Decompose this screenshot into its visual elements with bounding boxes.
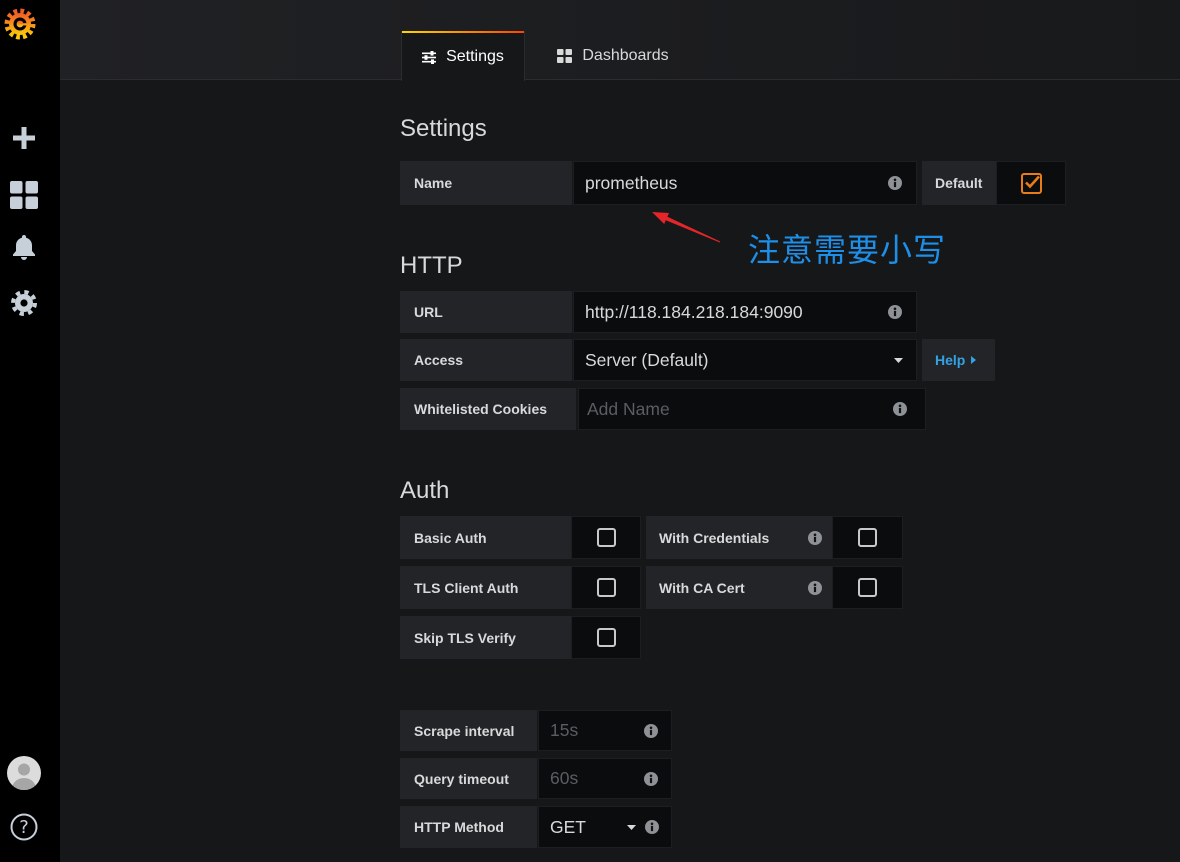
whitelisted-cookies-label: Whitelisted Cookies (400, 388, 576, 430)
http-method-value: GET (550, 816, 586, 837)
info-icon[interactable] (893, 402, 907, 416)
info-icon[interactable] (808, 580, 822, 595)
default-label: Default (922, 161, 996, 205)
http-method-select[interactable]: GET (538, 806, 672, 848)
basic-auth-checkbox[interactable] (596, 528, 616, 547)
access-value: Server (Default) (585, 349, 709, 370)
tab-label: Settings (446, 48, 504, 65)
with-credentials-label: With Credentials (646, 516, 832, 559)
caret-right-icon (971, 356, 977, 364)
tls-client-auth-label: TLS Client Auth (400, 566, 571, 609)
scrape-interval-input[interactable] (550, 711, 620, 750)
bell-icon[interactable] (12, 235, 36, 261)
info-icon[interactable] (644, 771, 658, 786)
annotation-text: 注意需要小写 (748, 231, 947, 269)
access-label: Access (400, 339, 572, 381)
info-icon[interactable] (808, 530, 822, 545)
with-ca-cert-checkbox[interactable] (858, 578, 877, 597)
settings-heading: Settings (400, 115, 487, 142)
with-ca-cert-checkbox-cell (832, 566, 903, 609)
avatar[interactable] (7, 756, 41, 790)
query-timeout-label: Query timeout (400, 758, 537, 799)
plus-icon[interactable] (13, 127, 35, 149)
with-credentials-checkbox-cell (832, 516, 903, 559)
info-icon[interactable] (888, 305, 902, 319)
help-label: Help (935, 352, 966, 368)
whitelisted-cookies-field[interactable] (578, 388, 926, 430)
tab-dashboards[interactable]: Dashboards (540, 31, 686, 80)
side-menu: ? (0, 0, 60, 862)
page-header: Settings Dashboards (60, 0, 1180, 81)
chevron-down-icon (627, 825, 636, 830)
info-icon[interactable] (888, 176, 902, 190)
tab-settings[interactable]: Settings (401, 31, 525, 81)
with-ca-cert-text: With CA Cert (659, 579, 745, 596)
gear-icon[interactable] (11, 290, 37, 316)
skip-tls-verify-checkbox[interactable] (596, 628, 616, 647)
url-field[interactable] (573, 291, 917, 333)
help-glyph: ? (19, 816, 29, 838)
url-label: URL (400, 291, 572, 333)
scrape-interval-field[interactable] (538, 710, 672, 751)
skip-tls-verify-checkbox-cell (571, 616, 641, 659)
help-icon[interactable]: ? (10, 813, 38, 841)
whitelisted-cookies-input[interactable] (587, 389, 885, 429)
skip-tls-verify-label: Skip TLS Verify (400, 616, 571, 659)
http-heading: HTTP (400, 252, 463, 279)
dashboards-icon[interactable] (10, 181, 38, 209)
basic-auth-checkbox-cell (571, 516, 641, 559)
name-label: Name (400, 161, 572, 205)
grid-icon (557, 48, 573, 63)
default-checkbox[interactable] (1020, 172, 1042, 194)
tls-client-auth-checkbox[interactable] (596, 578, 616, 597)
with-credentials-checkbox[interactable] (858, 528, 877, 547)
chevron-down-icon (894, 358, 903, 363)
auth-heading: Auth (400, 477, 450, 504)
query-timeout-input[interactable] (550, 759, 620, 798)
info-icon[interactable] (645, 820, 659, 834)
tab-label: Dashboards (582, 46, 669, 64)
query-timeout-field[interactable] (538, 758, 672, 799)
url-input[interactable] (585, 292, 876, 332)
info-icon[interactable] (644, 723, 658, 738)
tls-client-auth-checkbox-cell (571, 566, 641, 609)
default-checkbox-cell (996, 161, 1066, 205)
with-ca-cert-label: With CA Cert (646, 566, 832, 609)
name-input[interactable] (585, 162, 876, 204)
with-credentials-text: With Credentials (659, 529, 770, 546)
access-select[interactable]: Server (Default) (573, 339, 917, 381)
sliders-icon (422, 50, 437, 64)
scrape-interval-label: Scrape interval (400, 710, 537, 751)
basic-auth-label: Basic Auth (400, 516, 571, 559)
help-button[interactable]: Help (922, 339, 995, 381)
annotation-arrow (640, 200, 730, 250)
grafana-logo-icon[interactable] (2, 4, 38, 42)
name-field[interactable] (573, 161, 917, 205)
http-method-label: HTTP Method (400, 806, 537, 848)
